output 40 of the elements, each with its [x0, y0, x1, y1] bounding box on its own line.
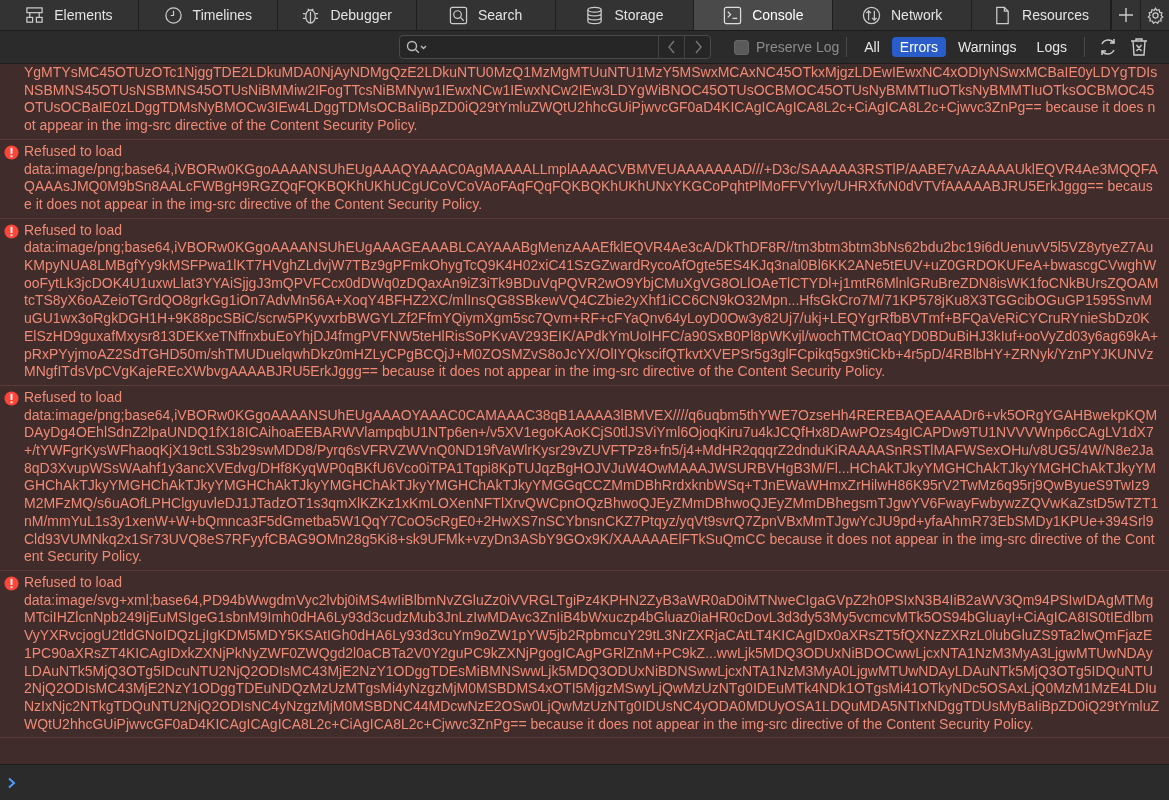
panel-tab[interactable]: Console: [694, 0, 834, 30]
search-icon: [448, 5, 468, 25]
panel-tab[interactable]: Search: [416, 0, 556, 30]
error-title: Refused to load: [24, 388, 123, 407]
panel-tab[interactable]: Elements: [0, 0, 139, 30]
filter-search-field[interactable]: [399, 35, 711, 59]
error-title: Refused to load: [24, 142, 123, 161]
error-message: data:image/png;base64,iVBORw0KGgoAAAANSUhEUgAAAQYAAAC0AgMAAAALLmplAAAACVBMVEUAAAAAAAD///+D3c/SAAAAA3RSTlP/AABE7vAzAAAAUklEQVR4Ae3MQQFAQAAAsJMQ0M9bSn8AALcFWBgH9RGZQqFQKBQKhUKhUCgUCoVCoVAoFAqFQqFQKBQKhUKhUNxYKGCoPqhtPlMoFFVYlvy/UHRXfvN0dVTVfAAAAABJRU5ErkJggg== because it does not appear in the img-src directive of the Content Security Policy.: [24, 160, 1159, 214]
preserve-log-checkbox[interactable]: [734, 39, 749, 55]
error-message: data:image/png;base64,iVBORw0KGgoAAAANSUhEUgAAAGEAAABLCAYAAABgMenzAAAEfklEQVR4Ae3cA/DkThDF8R//tm3btm3btm3bNs62bdu2bc19i6dUenuvV5l5VZ8ytyeZ7AuKMpyNUA8LMBgfYy9kMSFPwa1lKT7HVghZLdvjW7TBz9gPFmkOhygTcQ9K4H02xiC41SzGZwardRycoAfOgte5ES4KJq3nal0Bl6KK2ANe5tEUV+uZ0GRDOKUFeA+bwascgCVwghWooFytLk3jcDOK4U1uxwLlat3YYAiSjjgJ3mQPVFCcx0dDWq0zDQaxAn9iZ3iTk9BDuVqPQVR2wO9YbjCMuXgVG8OLlOAeTlCTYDl+j1mtR6MlnlGRuBreZDN8isWK1foCNkBUrsZQOAMtcTS8yX6oAZeioTGrdQO8grkGg1iOn7AdvMn56A+XoqY4BFHZ2XC/mlInsQG8SBkewVQ4CZbie2yXhf1iCC6CN9kO32Mpn...HfsGkCro7M/71KP578jKu8X3TGGcibOGuGP1595SnvMuGU1wx3oRgkDGH1H+9K88pcSBiC/scrw5PKyvxrbBWGYLZf2FfmYQiymXgm5sc7Qvm+RF+cFYaQnv64yLoyD0Ow3y82Uj7/ukj+LEQYgrRfbBVTmf+BFQaVeRiCYCruRYnieSbDz0KElSzHD9guxafMxysr813DEKxeTNffnxbuEoYhjDJ4fmgPVFNW5teHlRisSoPKvAV293EIK/APdkYmUoIHFC/a90SxB0Pl8pWKvjl/wochTMCtOaqYD0BDuBiHJ3kIuf+ooVyZd03y6ag69kA+pRxPYyjmoAZ2SdTGHD50m/shTMUDuelqwhDkz0mHZLyCPgBCQjJ+M0ZOSMZvS8oJcYX/OlIYQkscifQTkvtXVEPSr5g3glFCpikq5gx9tiCkb+4r5pD/4RBlbHY+ZRNyk/YznPYJKUNVzMNgfITdsVpCVgKajeREcXWbvgAAAABJRU5ErkJggg== because it does not appear in the img-src directive of the Content Security Policy.: [24, 239, 1159, 381]
prompt-chevron-icon: [7, 776, 17, 789]
console-icon: [723, 5, 743, 25]
error-icon: [4, 390, 19, 406]
error-message: data:image/png;base64,iVBORw0KGgoAAAANSUhEUgAAAOYAAAC0CAMAAAC38qB1AAAA3lBMVEX////q6uqbm5thYWE7OzseHh4REREBAQEAAADr6+vk5ORgYGAHBwekpKQMDAyDg4OEhlSdnZ2lpaUNDQ1fX18ICAihoaEEBARWVlampqbU1NTp6en+/v5XV1egoKAoKCjS0tlJSViYml6OjoqKiru7u4kJCQfHx8DAwPOzs4gICAPDw9TU1NVVVWnp6cCAgLV1dX7+/tYWFgrKysWFhaoqKjX19ctLS3b29swMDD8/Pyrq6sVFRVZWVnQ0ND19fVaWlrKysr29vZUVFTPz8+fn5/j4+MdHR2qqqrZ2dnduKiRAAAASnRSTlMAFWSexOHu/v8UG5/4W/N8e2Ja8qD3XvupWSsWAahf1y3ancXVEdvg/DHf8KyqWP0qBKfU6Vco0iTPA1Tqpi8KpTUJqzBgHOJVJuW4OwMAAAJWSURBVHgB3M/Fl...HChAkTJkyYMGHChAkTJkyYMGHChAkTJkyYMGHChAkTJkyYMGHChAkTJkyYMGHChAkTJkyYMGHChAkTJkyYMGHChAkTJkyYMGGqCCZMmDBhRrdxknbWSq+TJnEWaWHmxZrHilwH86K95rV2TwMz6q95rj9QwByueS9TwIz9M2MFzMQ/s6uAOfLPHClgyuvleDJ1JTadzOT1s3qmXlKZKz1xKmLOXenNFTlXrvQWCpnOQzBhwoQJEyZMmDBhwoQJEyZMmDBhegsmTJgwYV6FwayFwbywzZQVwKaZstD5wTZT1nM/mmYuL1s3y1xenW+W+bQmnca3F5dGmetba5W1QqY7CoO5cRgE0+2HwXS7nSCYbnsnCKZ7Ptqyz/yqVt9svrQ7ZpnVBxMmTJgwYcJU9pd+yfaAhmR73EbSMDy1KPUe+394Srl9Cld93VUMNkq2x1Sr73UVQ8eS7RFyyfCBAG9OMn28g5Ki8+sk9UFMk+vzyDn3ASbY9GOx9K/XAAAAAElFTkSuQmCC because it does not appear in the img-src directive of the Content Security Policy.: [24, 406, 1159, 566]
panel-tab[interactable]: Network: [833, 0, 973, 30]
error-icon: [4, 576, 19, 591]
network-icon: [862, 5, 881, 25]
storage-icon: [585, 5, 605, 25]
panel-tab[interactable]: Debugger: [277, 0, 417, 30]
error-icon: [4, 144, 19, 160]
error-icon: [4, 223, 19, 239]
filter-tab[interactable]: Logs: [1028, 37, 1075, 57]
plus-icon: [1118, 7, 1134, 23]
panel-tab[interactable]: Resources: [972, 0, 1111, 30]
error-message: data:image/svg+xml;base64,PD94bWwgdmVyc2lvbj0iMS4wIiBlbmNvZGluZz0iVVRGLTgiPz4KPHN2ZyB3aWR0aD0iMTNweCIgaGVpZ2h0PSIxN3B4IiB2aWV3Qm94PSIwIDAgMTMgMTciIHZlcnNpb249IjEuMSIgeG1sbnM9Imh0dHA6Ly93d3cudzMub3JnLzIwMDAvc3ZnIiB4bWxuczp4bGluaz0iaHR0cDovL3d3dy53My5vcmcvMTk5OS94bGluayI+CiAgICA8IS0tIEdlbmVyYXRvcjogU2tldGNoIDQzLjIgKDM5MDY5KSAtIGh0dHA6Ly93d3cuYm9oZW1pYW5jb2RpbmcuY29tL3NrZXRjaCAtLT4KICAgIDx0aXRsZT5fQXNzZXRzL0lubGluZS9Ta2lwQmFjazE1PC90aXRsZT4KICAgIDxkZXNjPkNyZWF0ZWQgd2l0aCBTa2V0Y2guPC9kZXNjPgogICAgPGRlZnM+PC9kZ...wwLjk5MDQ3ODUxNiBDOCwwLjcxNTA1NzM3MyA3LjgwMTUwNDAyLDAuNTk5MjQ3OTg5IDcuNTU2NjQ2ODIsMC43MjE2NzY1ODggTDEsMiBMNSwwLjk5MDQ3ODUxNiBDNSwwLjcxNTA1NzM3MyA0LjgwMTUwNDAyLDAuNTk5MjQ3OTg5IDQuNTU2NjQ2ODIsMC43MjE2NzY1ODggTDEuNDQzMzUzMTgsMi4yNzgzMjM0MSBDMS4xOTI5MjgzMSwyLjQwMzUzNTg0IDEuMTk4NDk1OTgsMi41OTkyNDc5OSAxLjQ0MzM1MzE4LDIuNzIxNjc2NTkgTDQuNTU2NjQ2ODIsNC4yNzgzMjM0MSBDNC44MDcwNzE2OSw0LjQwMzUzNTg0IDUsNC4yODA0MDUyOSA1LDQuMDA5NTIxNDggTDUsMyBaIiBpZD0iQ29tYmluZWQtU2hhcGUiPjwvcGF0aD4KICAgICAgICA8L2c+CiAgICA8L2c+Cjwvc3ZnPg== because it does not appear in the img-src directive of the Content Security Policy.: [24, 591, 1159, 734]
chevron-left-icon: [666, 40, 677, 54]
settings-icon: [1146, 6, 1164, 24]
error-message: YgMTYsMC45OTUzOTc1NjggTDE2LDkuMDA0NjAyNDMgQzE2LDkuNTU0MzQ1MzMgMTUuNTU1MzY5MSwxMCAxNC45OTkxMjgzLDEwIEwxNC4xODIyNSwxMCBaIE0yLDYgTDIsNSBMNS45OTUsNSBMNS45OTUsNiBMMiw2IFogTTcsNiBMNyw1IEwxNCw1IEwxNCw2IEw3LDYgWiBNOC45OTUsOCBMOC45OTUsNyBMMTIuOTksNyBMMTIuOTksOCBMOC45OTUsOCBaIE0zLDggTDMsNyBMOCw3IEw4LDggTDMsOCBaIiBpZD0iQ29tYmluZWQtU2hhcGUiPjwvcGF0aD4KICAgICAgICA8L2c+CiAgICA8L2c+Cjwvc3ZnPg== because it does not appear in the img-src directive of the Content Security Policy.: [24, 64, 1159, 135]
preserve-log-label: Preserve Log: [756, 39, 840, 55]
filter-tab[interactable]: Errors: [891, 37, 946, 57]
chevron-right-icon: [692, 40, 703, 54]
elements-icon: [25, 5, 45, 25]
timelines-icon: [163, 5, 183, 25]
filter-tab[interactable]: All: [856, 37, 888, 57]
error-title: Refused to load: [24, 221, 123, 240]
trash-icon[interactable]: [1129, 37, 1148, 57]
panel-tab[interactable]: Timelines: [138, 0, 278, 30]
search-icon: [406, 40, 428, 54]
error-title: Refused to load: [24, 574, 123, 592]
filter-tab[interactable]: Warnings: [949, 37, 1025, 57]
